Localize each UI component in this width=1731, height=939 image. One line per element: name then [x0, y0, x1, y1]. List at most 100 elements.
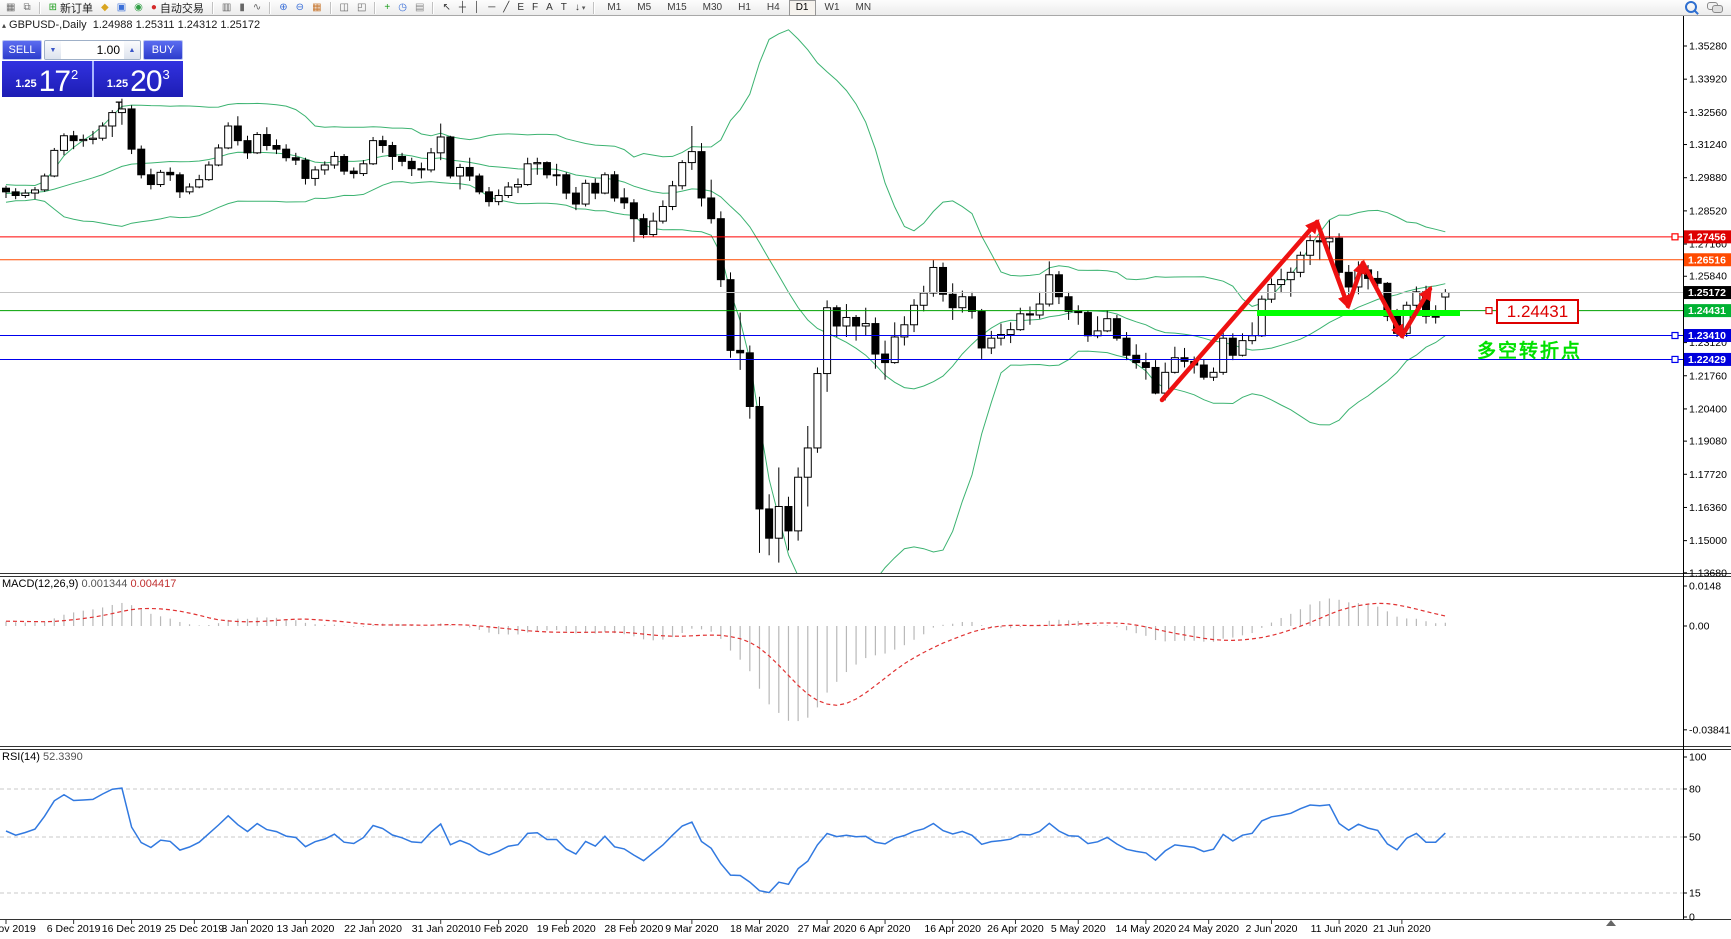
strategy-tester-icon: ◉: [134, 1, 143, 13]
trendline-button[interactable]: ╱: [500, 1, 512, 15]
crosshair-button[interactable]: ┼: [456, 1, 469, 15]
volume-input[interactable]: [61, 41, 124, 59]
new-order-button[interactable]: ⊞ 新订单: [46, 1, 96, 15]
mt4-terminal: { "toolbar": { "icons": [ {"name":"new-c…: [0, 0, 1731, 939]
svg-text:26 Apr 2020: 26 Apr 2020: [987, 923, 1044, 935]
turning-point-annotation[interactable]: 多空转折点: [1477, 336, 1582, 363]
new-chart-button[interactable]: ▦: [3, 1, 18, 15]
one-click-trading-panel: SELL ▼ ▲ BUY 1.25 17 2 1.25 20 3: [2, 40, 183, 97]
search-icon[interactable]: [1685, 1, 1697, 13]
toolbar: ▦ ⧉ ⊞ 新订单 ◆ ▣ ◉ ● 自动交易 ▥ ▮ ∿ ⊕ ⊖ ▦ ◫ ◰ + ◷ ▤ ↖ ┼ │ ─ ╱ E F A T ↓ ▾ M1 M…: [0, 0, 1731, 16]
arrange-windows-icon: ◫: [339, 1, 349, 13]
timeframe-w1-button[interactable]: W1: [818, 0, 847, 16]
toolbar-separator: [374, 1, 377, 14]
svg-text:0.00: 0.00: [1689, 621, 1710, 633]
svg-text:25 Dec 2019: 25 Dec 2019: [165, 923, 225, 935]
arrange-windows-button[interactable]: ◫: [337, 1, 352, 15]
svg-text:9 Mar 2020: 9 Mar 2020: [665, 923, 718, 935]
svg-text:1.25172: 1.25172: [1688, 287, 1726, 299]
cursor-button[interactable]: ↖: [439, 1, 453, 15]
svg-text:16 Dec 2019: 16 Dec 2019: [102, 923, 162, 935]
svg-text:1.25840: 1.25840: [1689, 271, 1727, 283]
svg-text:1.35280: 1.35280: [1689, 41, 1727, 53]
svg-text:100: 100: [1689, 752, 1707, 764]
strategy-tester-button[interactable]: ◉: [131, 1, 146, 15]
toolbar-separator: [329, 1, 332, 14]
cursor-icon: ↖: [442, 1, 451, 13]
rsi-indicator-label: RSI(14) 52.3390: [2, 751, 83, 763]
chart-candles-icon: ▮: [239, 1, 245, 13]
svg-text:28 Feb 2020: 28 Feb 2020: [604, 923, 663, 935]
timeframe-toolbar: M1 M5 M15 M30 H1 H4 D1 W1 MN: [599, 0, 879, 16]
volume-up-button[interactable]: ▲: [124, 41, 140, 59]
text-button[interactable]: A: [543, 1, 556, 15]
templates-button[interactable]: ▤: [412, 1, 427, 15]
timeframe-m1-button[interactable]: M1: [600, 0, 628, 16]
ask-price[interactable]: 1.25 20 3: [91, 61, 184, 97]
chart-candles-button[interactable]: ▮: [236, 1, 248, 15]
arrows-button[interactable]: ↓ ▾: [572, 1, 589, 15]
svg-text:10 Feb 2020: 10 Feb 2020: [469, 923, 528, 935]
svg-text:1.23410: 1.23410: [1688, 330, 1726, 342]
volume-stepper: ▼ ▲: [44, 40, 141, 60]
svg-text:0: 0: [1689, 912, 1695, 924]
autotrading-button[interactable]: ● 自动交易: [148, 1, 207, 15]
tile-windows-button[interactable]: ▦: [309, 1, 324, 15]
volume-down-button[interactable]: ▼: [45, 41, 61, 59]
svg-text:24 May 2020: 24 May 2020: [1178, 923, 1239, 935]
fibo-retracement-button[interactable]: E: [514, 1, 527, 15]
svg-text:18 Mar 2020: 18 Mar 2020: [730, 923, 789, 935]
fibo-expansion-button[interactable]: F: [529, 1, 541, 15]
svg-text:22 Jan 2020: 22 Jan 2020: [344, 923, 402, 935]
svg-text:50: 50: [1689, 832, 1701, 844]
tile-windows-icon: ▦: [312, 1, 322, 13]
periods-button[interactable]: ◷: [395, 1, 410, 15]
svg-text:0.0148: 0.0148: [1689, 581, 1721, 593]
horizontal-line-icon: ─: [488, 1, 496, 13]
bid-price[interactable]: 1.25 17 2: [2, 61, 92, 97]
timeframe-m30-button[interactable]: M30: [696, 0, 729, 16]
text-label-button[interactable]: T: [558, 1, 570, 15]
toolbar-separator: [211, 1, 214, 14]
buy-button[interactable]: BUY: [143, 40, 183, 60]
timeframe-m15-button[interactable]: M15: [660, 0, 693, 16]
timeframe-m5-button[interactable]: M5: [630, 0, 658, 16]
svg-text:27 Mar 2020: 27 Mar 2020: [798, 923, 857, 935]
toolbar-separator: [269, 1, 272, 14]
zoom-in-icon: ⊕: [279, 1, 288, 13]
timeframe-h4-button[interactable]: H4: [760, 0, 787, 16]
support-price-label[interactable]: 1.24431: [1496, 299, 1579, 324]
trendline-icon: ╱: [503, 1, 510, 13]
community-chat-icon[interactable]: [1707, 1, 1723, 13]
fibo-retracement-icon: E: [517, 1, 524, 13]
zoom-out-button[interactable]: ⊖: [293, 1, 307, 15]
svg-text:1.26516: 1.26516: [1688, 254, 1726, 266]
metaeditor-button[interactable]: ◆: [98, 1, 112, 15]
indicators-button[interactable]: +: [381, 1, 393, 15]
chart-line-button[interactable]: ∿: [250, 1, 264, 15]
timeframe-d1-button[interactable]: D1: [788, 0, 816, 16]
svg-text:11 Jun 2020: 11 Jun 2020: [1311, 923, 1368, 935]
chevron-down-icon: ▾: [581, 4, 586, 12]
horizontal-line-button[interactable]: ─: [485, 1, 498, 15]
cascade-windows-button[interactable]: ◰: [354, 1, 369, 15]
profiles-button[interactable]: ⧉: [20, 1, 33, 15]
svg-text:-0.038415: -0.038415: [1689, 724, 1731, 736]
timeframe-h1-button[interactable]: H1: [731, 0, 758, 16]
vertical-line-button[interactable]: │: [471, 1, 483, 15]
svg-text:1.17720: 1.17720: [1689, 469, 1727, 481]
chart-bars-button[interactable]: ▥: [219, 1, 234, 15]
cascade-windows-icon: ◰: [356, 1, 367, 13]
new-chart-icon: ▦: [6, 1, 16, 13]
toolbar-separator: [38, 1, 41, 14]
svg-text:27 Nov 2019: 27 Nov 2019: [0, 923, 36, 935]
new-order-icon: ⊞: [48, 1, 57, 13]
fibo-expansion-icon: F: [531, 1, 539, 13]
bid-ask-display: 1.25 17 2 1.25 20 3: [2, 61, 183, 97]
toolbar-separator: [593, 1, 596, 14]
terminal-button[interactable]: ▣: [114, 1, 129, 15]
sell-button[interactable]: SELL: [2, 40, 42, 60]
zoom-in-button[interactable]: ⊕: [276, 1, 290, 15]
chart-canvas[interactable]: 1.35280 1.33920 1.32560 1.31240 1.29880 1.285…: [0, 0, 1731, 939]
timeframe-mn-button[interactable]: MN: [849, 0, 879, 16]
